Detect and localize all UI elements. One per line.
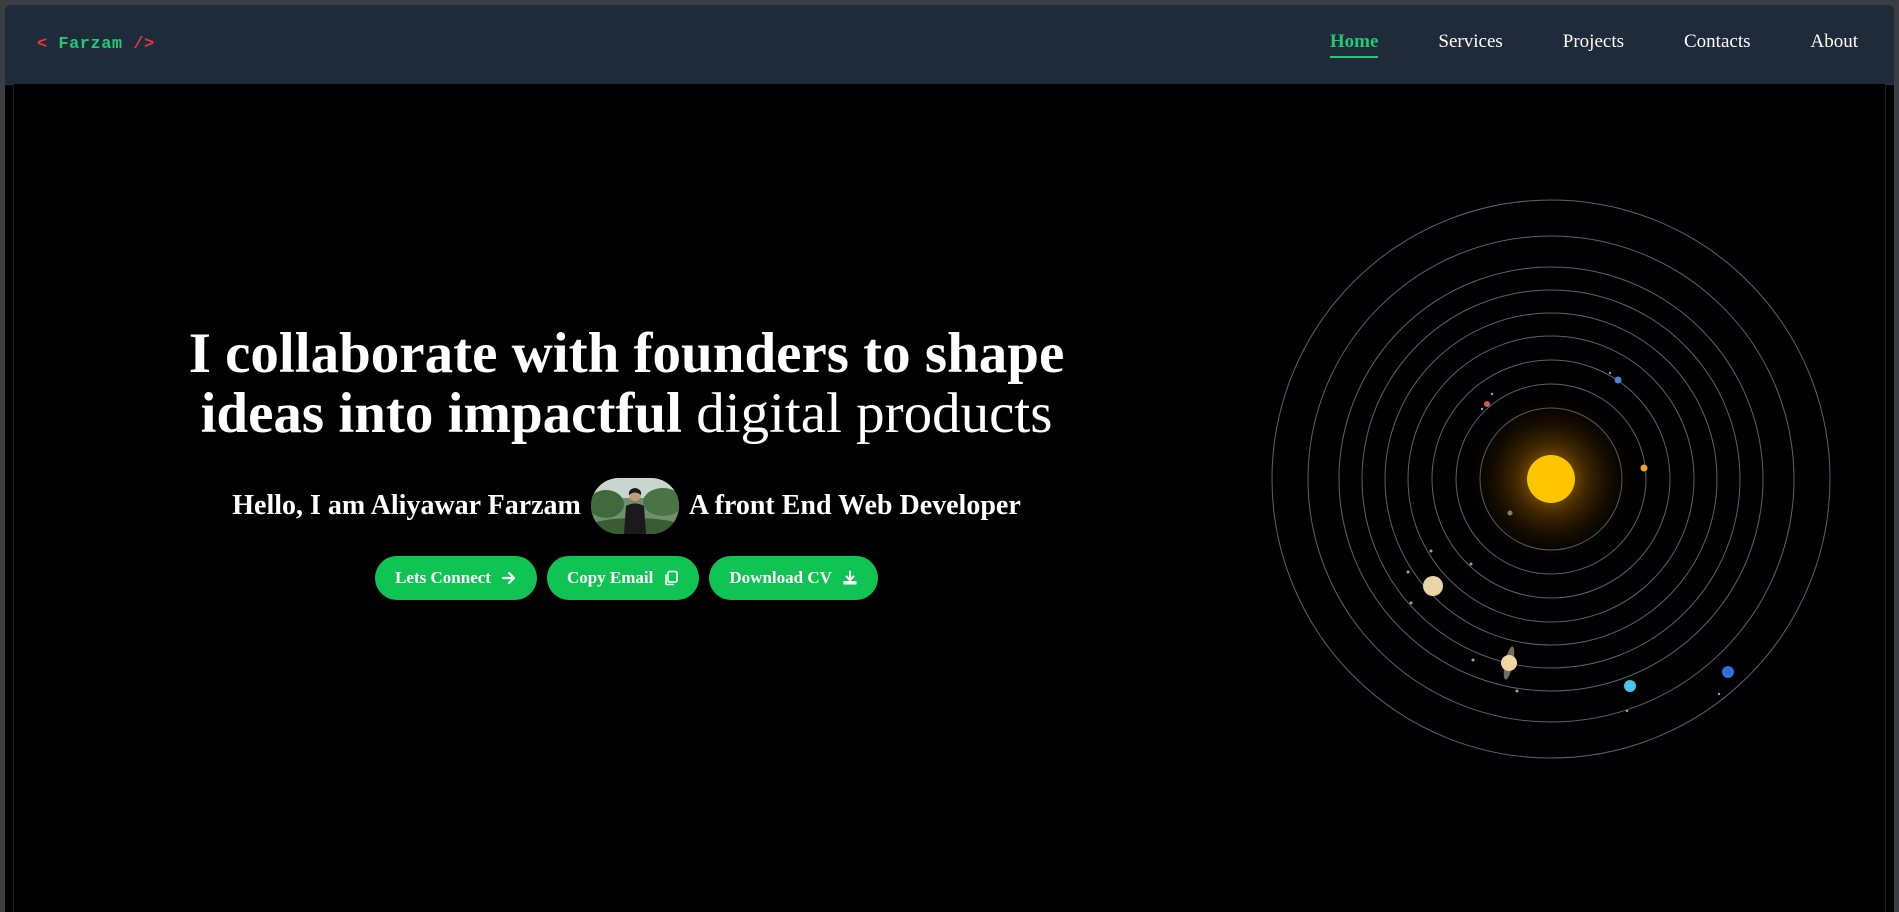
copy-email-button[interactable]: Copy Email xyxy=(546,556,700,600)
headline-line-2-light: digital products xyxy=(696,382,1053,445)
download-cv-button[interactable]: Download CV xyxy=(709,556,878,600)
solar-system-animation xyxy=(1271,199,1831,759)
nav-about[interactable]: About xyxy=(1811,31,1859,58)
planet-mercury xyxy=(1640,464,1648,472)
copy-email-label: Copy Email xyxy=(566,568,654,587)
logo-name: Farzam xyxy=(58,35,123,54)
headline-line-1: I collaborate with founders to shape xyxy=(188,322,1065,385)
nav-services[interactable]: Services xyxy=(1438,31,1502,58)
navbar: < Farzam /> Home Services Projects Conta… xyxy=(5,5,1894,84)
planet-mars xyxy=(1484,401,1490,407)
nav-home[interactable]: Home xyxy=(1329,31,1379,58)
headline-line-2-bold: ideas into impactful xyxy=(200,382,682,445)
planet-jupiter xyxy=(1423,576,1443,596)
copy-icon xyxy=(665,570,679,586)
avatar xyxy=(590,478,679,534)
hero-headline: I collaborate with founders to shape ide… xyxy=(144,324,1109,444)
intro-line: Hello, I am Aliyawar Farzam A front End … xyxy=(144,478,1109,534)
lets-connect-button[interactable]: Lets Connect xyxy=(375,556,537,600)
main-nav: Home Services Projects Contacts About xyxy=(1270,31,1858,58)
planet-neptune xyxy=(1722,666,1734,678)
planet-uranus xyxy=(1624,680,1636,692)
intro-name: Hello, I am Aliyawar Farzam xyxy=(232,490,581,521)
cta-buttons: Lets Connect Copy Email Download CV xyxy=(144,556,1109,600)
logo-close-bracket: /> xyxy=(133,35,155,54)
hero-section: I collaborate with founders to shape ide… xyxy=(13,84,1886,912)
browser-viewport: < Farzam /> Home Services Projects Conta… xyxy=(5,5,1894,912)
hero-text-block: I collaborate with founders to shape ide… xyxy=(144,324,1109,600)
nav-contacts[interactable]: Contacts xyxy=(1684,31,1751,58)
planet-saturn xyxy=(1501,655,1517,671)
sun-icon xyxy=(1527,455,1575,503)
download-cv-label: Download CV xyxy=(729,568,832,587)
nav-projects[interactable]: Projects xyxy=(1563,31,1624,58)
logo-open-bracket: < xyxy=(37,35,48,54)
lets-connect-label: Lets Connect xyxy=(395,568,491,587)
site-logo[interactable]: < Farzam /> xyxy=(37,35,155,54)
arrow-right-icon xyxy=(501,571,516,585)
intro-role: A front End Web Developer xyxy=(688,490,1021,521)
download-icon xyxy=(843,570,857,585)
planet-small-brown xyxy=(1507,510,1513,516)
avatar-photo xyxy=(590,478,679,534)
planet-blue-small xyxy=(1614,376,1622,384)
